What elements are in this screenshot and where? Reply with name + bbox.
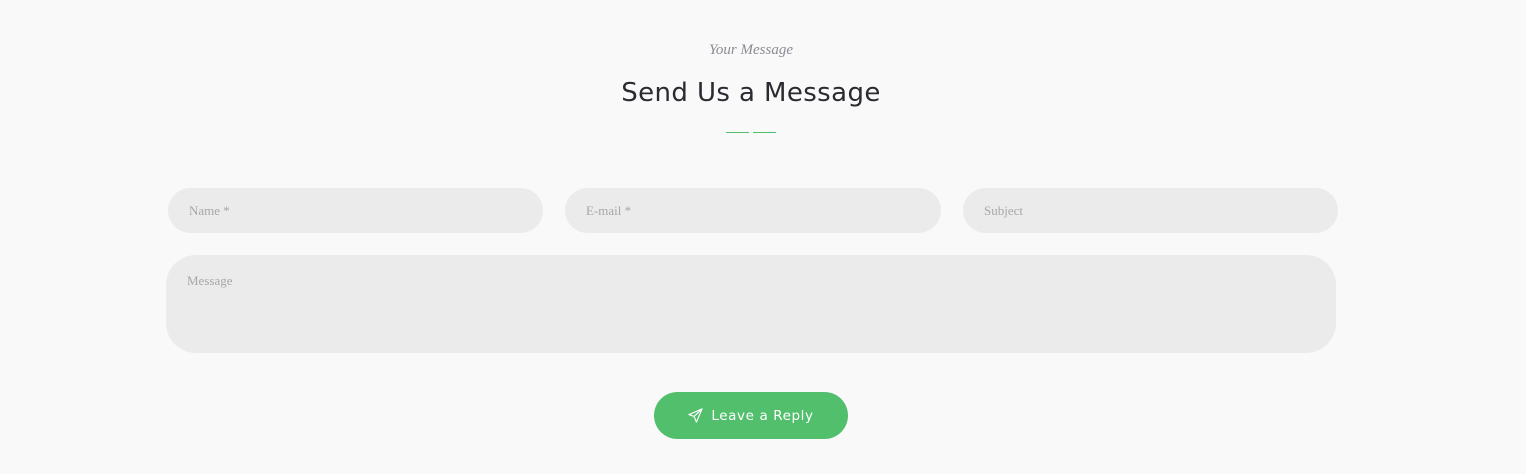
paper-plane-icon (688, 408, 704, 423)
email-input[interactable] (565, 188, 941, 233)
message-textarea[interactable] (166, 255, 1336, 353)
title-divider (726, 132, 776, 134)
divider-segment-left (726, 132, 749, 133)
subject-input[interactable] (963, 188, 1338, 233)
leave-reply-label: Leave a Reply (711, 407, 814, 424)
section-title: Send Us a Message (621, 78, 881, 108)
section-eyebrow: Your Message (708, 42, 794, 58)
name-input[interactable] (168, 188, 543, 233)
leave-reply-button[interactable]: Leave a Reply (654, 392, 848, 439)
divider-segment-right (753, 132, 776, 133)
